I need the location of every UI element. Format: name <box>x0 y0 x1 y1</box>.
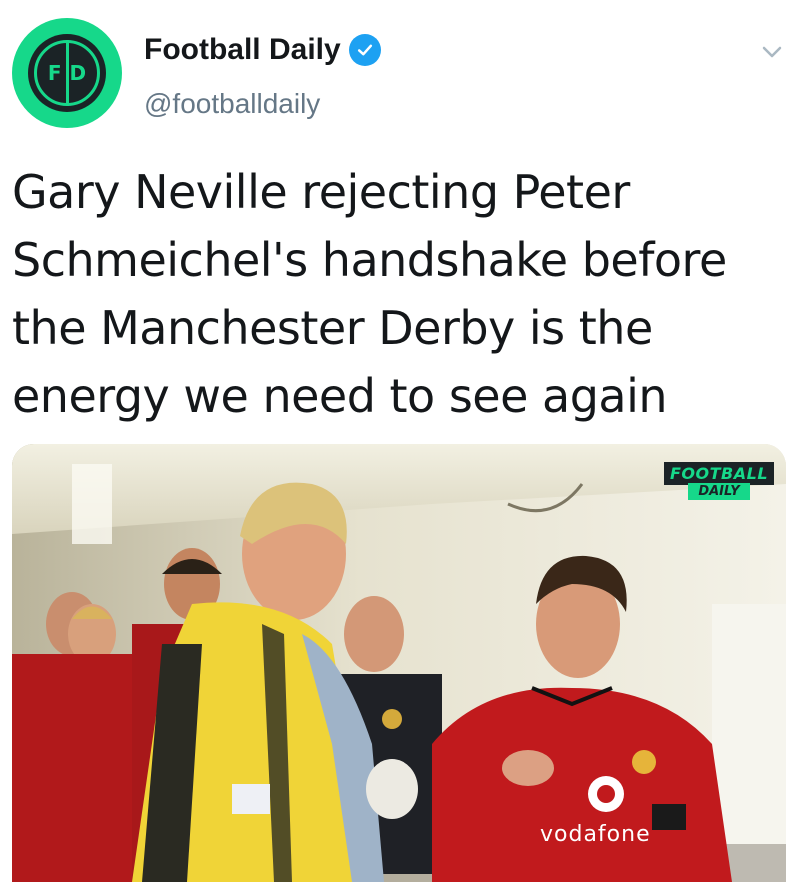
display-name-text[interactable]: Football Daily <box>144 33 341 67</box>
handle[interactable]: @footballdaily <box>144 88 320 120</box>
football-daily-logo: FD <box>28 34 106 112</box>
video-frame-image <box>12 444 786 882</box>
avatar-logo-text: FD <box>47 61 95 85</box>
watermark-line1: FOOTBALL <box>664 462 775 485</box>
tweet-card[interactable]: FD Football Daily @footballdaily Gary Ne… <box>0 0 800 882</box>
shirt-sponsor-text: vodafone <box>540 822 651 847</box>
tweet-media-video[interactable]: FOOTBALL DAILY vodafone <box>12 444 786 882</box>
watermark-line2: DAILY <box>688 483 750 500</box>
football-daily-watermark: FOOTBALL DAILY <box>664 462 775 500</box>
display-name[interactable]: Football Daily <box>144 33 381 67</box>
avatar[interactable]: FD <box>12 18 122 128</box>
verified-badge-icon <box>348 34 381 66</box>
chevron-down-icon[interactable] <box>758 38 786 66</box>
tweet-text: Gary Neville rejecting Peter Schmeichel'… <box>12 165 727 423</box>
